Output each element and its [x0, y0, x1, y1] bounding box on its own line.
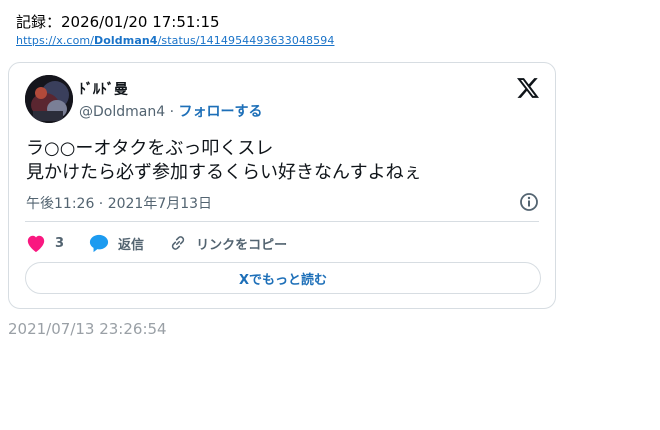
record-timestamp: 記録：2026/01/20 17:51:15	[16, 13, 220, 31]
divider	[25, 221, 539, 222]
tweet-timestamp[interactable]: 午後11:26 · 2021年7月13日	[26, 193, 212, 213]
handle-separator: ·	[169, 104, 175, 120]
like-button[interactable]: 3	[25, 233, 88, 253]
source-url-link[interactable]: https://x.com/Doldman4/status/1414954493…	[16, 34, 334, 47]
link-icon	[171, 236, 185, 250]
url-user: Doldman4	[94, 34, 158, 47]
reply-button[interactable]: 返信	[88, 233, 168, 253]
user-handle[interactable]: @Doldman4	[79, 104, 165, 120]
reply-bubble-icon	[89, 234, 109, 253]
info-icon[interactable]	[519, 192, 539, 212]
tweet-line-1: ラ○○ーオタクをぶっ叩くスレ	[26, 138, 274, 159]
x-logo-icon[interactable]	[517, 77, 539, 99]
copy-link-label: リンクをコピー	[196, 237, 288, 253]
url-prefix: https://x.com/	[16, 34, 95, 47]
tweet-card: ﾄﾞﾙﾄﾞ曼 @Doldman4 · フォローする ラ○○ーオタクをぶっ叩くスレ…	[8, 62, 556, 309]
archived-timestamp: 2021/07/13 23:26:54	[8, 320, 167, 338]
avatar-image	[25, 75, 73, 123]
url-suffix: /status/1414954493633048594	[157, 34, 335, 47]
like-count: 3	[55, 235, 65, 251]
action-bar: 3 返信 リンクをコピー	[25, 231, 287, 255]
reply-label: 返信	[118, 237, 145, 253]
copy-link-button[interactable]: リンクをコピー	[168, 233, 287, 253]
display-name[interactable]: ﾄﾞﾙﾄﾞ曼	[79, 79, 128, 99]
tweet-line-2: 見かけたら必ず参加するくらい好きなんすよねぇ	[26, 162, 422, 183]
tweet-text: ラ○○ーオタクをぶっ叩くスレ 見かけたら必ず参加するくらい好きなんすよねぇ	[26, 137, 422, 185]
follow-button[interactable]: フォローする	[178, 104, 262, 120]
read-more-button[interactable]: Xでもっと読む	[25, 262, 541, 294]
heart-icon	[27, 235, 45, 253]
avatar[interactable]	[25, 75, 73, 123]
handle-row: @Doldman4 · フォローする	[79, 101, 262, 121]
